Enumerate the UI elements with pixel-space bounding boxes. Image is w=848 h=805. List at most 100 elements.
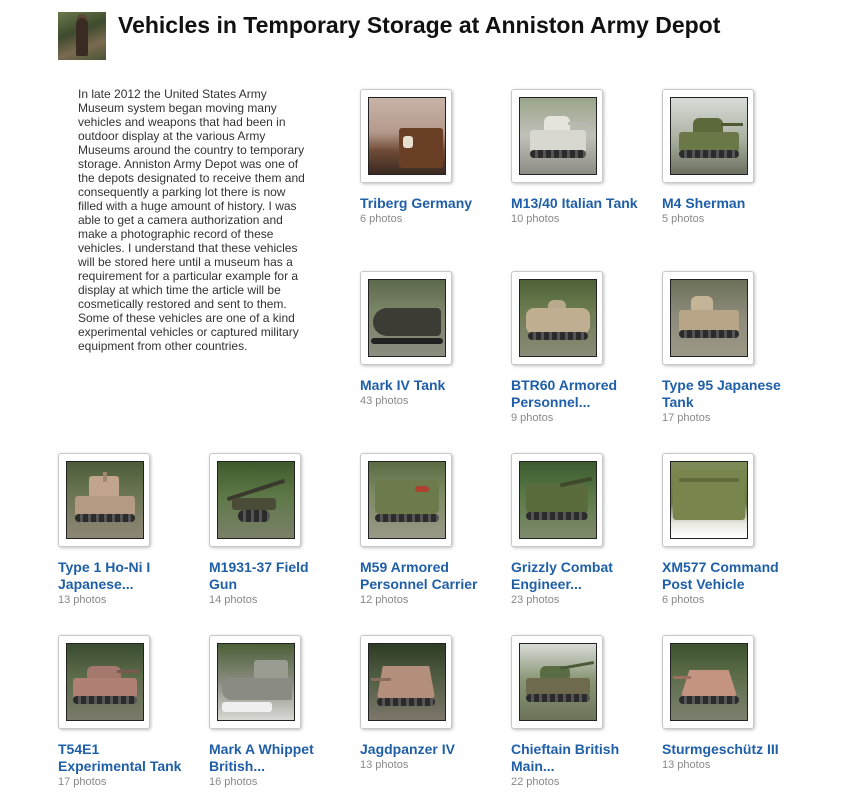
- album-photo-count: 13 photos: [360, 759, 409, 771]
- album-title[interactable]: Sturmgeschütz III: [662, 741, 792, 758]
- album-title[interactable]: BTR60 Armored Personnel...: [511, 377, 641, 411]
- photo-marking: [415, 486, 429, 492]
- photo-track: [679, 150, 739, 158]
- album-thumbnail-frame[interactable]: [511, 271, 603, 365]
- album-card-triberg[interactable]: Triberg Germany 6 photos: [360, 89, 490, 225]
- album-photo-count: 5 photos: [662, 213, 705, 225]
- album-photo-count: 6 photos: [662, 594, 705, 606]
- photo-hull: [73, 678, 137, 698]
- photo-window: [403, 136, 413, 148]
- album-card-type-95[interactable]: Type 95 Japanese Tank 17 photos: [662, 271, 792, 424]
- album-card-jagdpanzer-iv[interactable]: Jagdpanzer IV 13 photos: [360, 635, 490, 771]
- album-photo: [368, 279, 446, 357]
- album-thumbnail-frame[interactable]: [209, 453, 301, 547]
- album-thumbnail-frame[interactable]: [360, 453, 452, 547]
- photo-track: [526, 512, 588, 520]
- album-photo: [519, 461, 597, 539]
- photo-hull: [679, 132, 739, 152]
- photo-gun: [117, 670, 139, 673]
- album-title[interactable]: M1931-37 Field Gun: [209, 559, 339, 593]
- album-card-m13-40[interactable]: M13/40 Italian Tank 10 photos: [511, 89, 641, 225]
- album-card-type-1-ho-ni[interactable]: Type 1 Ho-Ni I Japanese... 13 photos: [58, 453, 188, 606]
- photo-flatcar: [371, 338, 443, 344]
- album-title[interactable]: Grizzly Combat Engineer...: [511, 559, 641, 593]
- album-photo-count: 17 photos: [58, 776, 107, 788]
- album-title[interactable]: XM577 Command Post Vehicle: [662, 559, 792, 593]
- album-photo: [519, 643, 597, 721]
- album-title[interactable]: Type 95 Japanese Tank: [662, 377, 792, 411]
- album-card-t54e1[interactable]: T54E1 Experimental Tank 17 photos: [58, 635, 188, 788]
- album-card-xm577[interactable]: XM577 Command Post Vehicle 6 photos: [662, 453, 792, 606]
- photo-panel: [679, 478, 739, 482]
- album-photo: [670, 279, 748, 357]
- photo-track: [375, 514, 439, 522]
- album-photo-count: 10 photos: [511, 213, 560, 225]
- album-title[interactable]: M13/40 Italian Tank: [511, 195, 641, 212]
- album-card-chieftain[interactable]: Chieftain British Main... 22 photos: [511, 635, 641, 788]
- photo-casemate: [681, 670, 737, 696]
- album-title[interactable]: Type 1 Ho-Ni I Japanese...: [58, 559, 188, 593]
- album-card-btr60[interactable]: BTR60 Armored Personnel... 9 photos: [511, 271, 641, 424]
- photo-hull: [375, 480, 439, 514]
- album-photo: [217, 461, 295, 539]
- photo-casemate: [377, 666, 435, 698]
- album-title[interactable]: Jagdpanzer IV: [360, 741, 490, 758]
- photo-hull: [530, 130, 586, 152]
- album-title[interactable]: T54E1 Experimental Tank: [58, 741, 188, 775]
- album-thumbnail-frame[interactable]: [511, 89, 603, 183]
- album-photo-count: 17 photos: [662, 412, 711, 424]
- album-title[interactable]: Mark IV Tank: [360, 377, 490, 394]
- album-card-grizzly[interactable]: Grizzly Combat Engineer... 23 photos: [511, 453, 641, 606]
- photo-track: [377, 698, 435, 706]
- album-photo-count: 13 photos: [58, 594, 107, 606]
- album-card-mark-iv[interactable]: Mark IV Tank 43 photos: [360, 271, 490, 407]
- photo-gun: [103, 472, 107, 482]
- album-thumbnail-frame[interactable]: [511, 453, 603, 547]
- album-photo-count: 6 photos: [360, 213, 403, 225]
- album-thumbnail-frame[interactable]: [662, 271, 754, 365]
- album-photo-count: 22 photos: [511, 776, 560, 788]
- photo-hull: [526, 308, 590, 334]
- photo-building: [399, 128, 443, 168]
- album-photo: [368, 643, 446, 721]
- album-card-m4-sherman[interactable]: M4 Sherman 5 photos: [662, 89, 792, 225]
- album-thumbnail-frame[interactable]: [662, 453, 754, 547]
- album-thumbnail-frame[interactable]: [360, 89, 452, 183]
- album-thumbnail-frame[interactable]: [58, 453, 150, 547]
- photo-wheels: [528, 332, 588, 340]
- photo-track: [679, 696, 739, 704]
- album-title[interactable]: M59 Armored Personnel Carrier: [360, 559, 490, 593]
- album-thumbnail-frame[interactable]: [662, 635, 754, 729]
- album-thumbnail-frame[interactable]: [360, 271, 452, 365]
- album-card-m59[interactable]: M59 Armored Personnel Carrier 12 photos: [360, 453, 490, 606]
- photo-gun: [568, 122, 588, 125]
- album-photo-count: 43 photos: [360, 395, 409, 407]
- photo-gun: [371, 678, 391, 681]
- album-card-sturmgeschutz-iii[interactable]: Sturmgeschütz III 13 photos: [662, 635, 792, 771]
- photo-wheels: [238, 510, 270, 522]
- album-photo-count: 23 photos: [511, 594, 560, 606]
- intro-text: In late 2012 the United States Army Muse…: [78, 87, 305, 353]
- album-photo: [217, 643, 295, 721]
- album-thumbnail-frame[interactable]: [360, 635, 452, 729]
- photo-hull: [222, 678, 292, 700]
- statue-figure: [76, 18, 88, 56]
- photo-hull: [373, 308, 441, 336]
- album-title[interactable]: Mark A Whippet British...: [209, 741, 339, 775]
- album-card-mark-a-whippet[interactable]: Mark A Whippet British... 16 photos: [209, 635, 339, 788]
- album-card-m1931-37[interactable]: M1931-37 Field Gun 14 photos: [209, 453, 339, 606]
- album-thumbnail-frame[interactable]: [662, 89, 754, 183]
- album-photo: [368, 97, 446, 175]
- album-title[interactable]: Chieftain British Main...: [511, 741, 641, 775]
- photo-track: [679, 330, 739, 338]
- album-thumbnail-frame[interactable]: [58, 635, 150, 729]
- album-title[interactable]: Triberg Germany: [360, 195, 490, 212]
- album-thumbnail-frame[interactable]: [209, 635, 301, 729]
- album-photo: [670, 461, 748, 539]
- header-avatar[interactable]: [58, 12, 106, 60]
- album-thumbnail-frame[interactable]: [511, 635, 603, 729]
- album-photo: [66, 643, 144, 721]
- album-photo: [519, 279, 597, 357]
- album-photo: [670, 97, 748, 175]
- album-title[interactable]: M4 Sherman: [662, 195, 792, 212]
